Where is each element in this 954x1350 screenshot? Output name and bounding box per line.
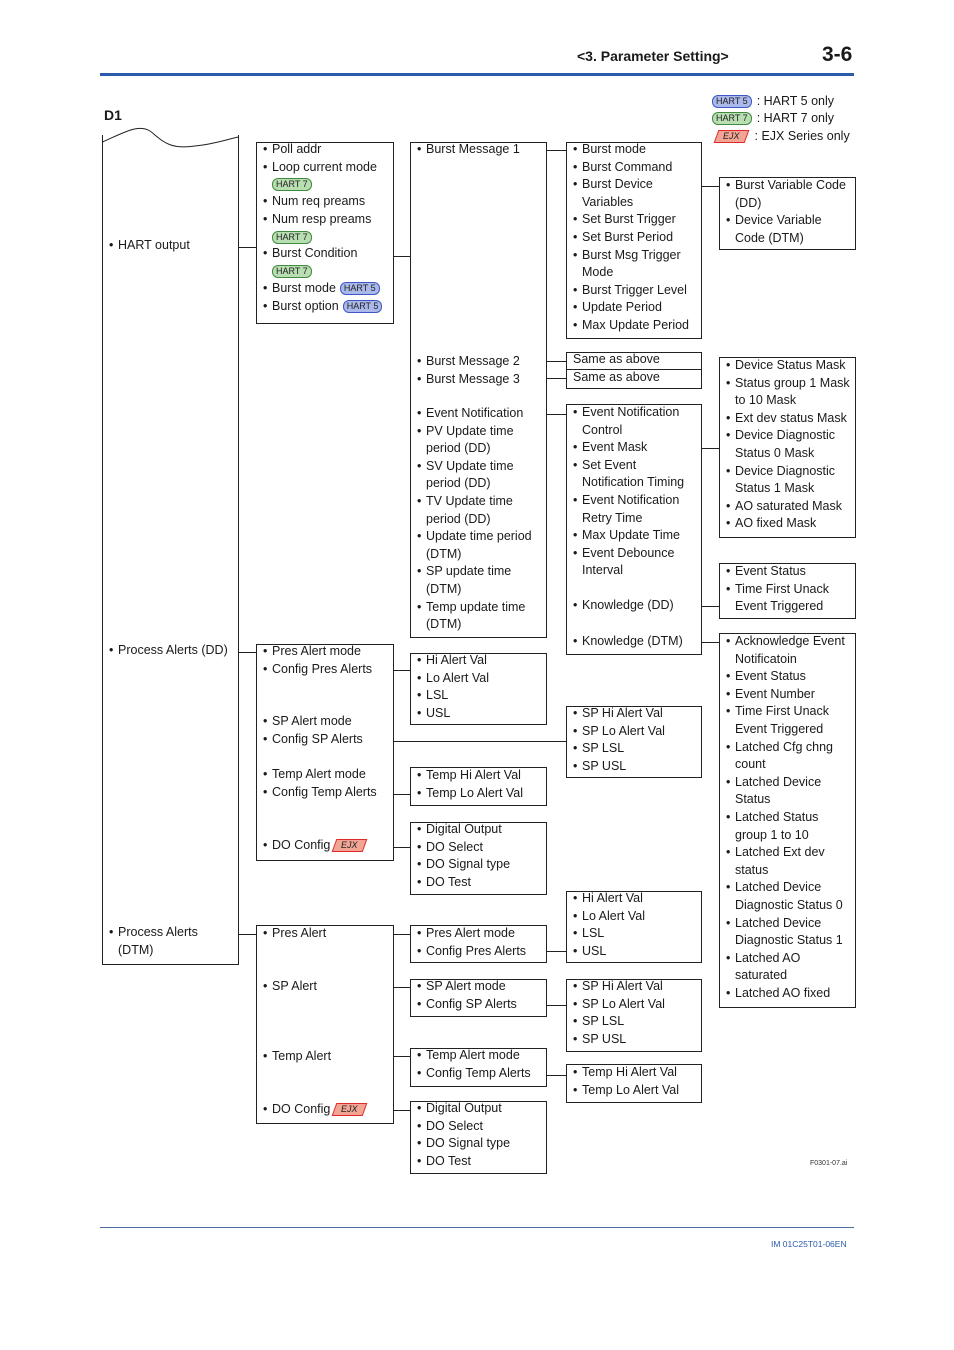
diagram-connectors	[102, 127, 719, 1111]
wavy-top-edge	[102, 127, 239, 148]
